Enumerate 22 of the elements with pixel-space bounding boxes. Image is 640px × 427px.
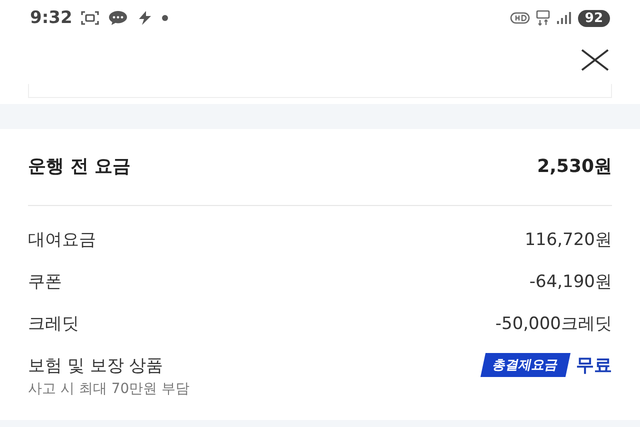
battery-indicator: 92 (578, 10, 610, 26)
fee-label: 보험 및 보장 상품 (28, 354, 164, 376)
status-time: 9:32 (30, 8, 72, 28)
fee-amount: -50,000크레딧 (495, 312, 612, 334)
fee-amount: -64,190원 (529, 270, 612, 292)
bolt-icon (137, 11, 154, 25)
chat-icon (108, 10, 128, 26)
hd-icon (510, 12, 530, 24)
fee-label: 쿠폰 (28, 270, 62, 292)
fee-label: 대여요금 (28, 228, 96, 250)
fee-amount: 116,720원 (524, 228, 612, 250)
fee-amount: 무료 (576, 354, 612, 377)
fee-note: 사고 시 최대 70만원 부담 (28, 380, 191, 398)
fee-label: 크레딧 (28, 312, 79, 334)
close-icon[interactable] (580, 49, 610, 71)
screenshot-icon (81, 10, 100, 26)
summary-amount: 2,530원 (537, 155, 612, 178)
total-payment-badge: 총결제요금 (480, 353, 571, 377)
network-icon (536, 10, 550, 26)
dot-icon (162, 15, 168, 21)
signal-icon (556, 11, 572, 25)
summary-label: 운행 전 요금 (28, 155, 131, 178)
